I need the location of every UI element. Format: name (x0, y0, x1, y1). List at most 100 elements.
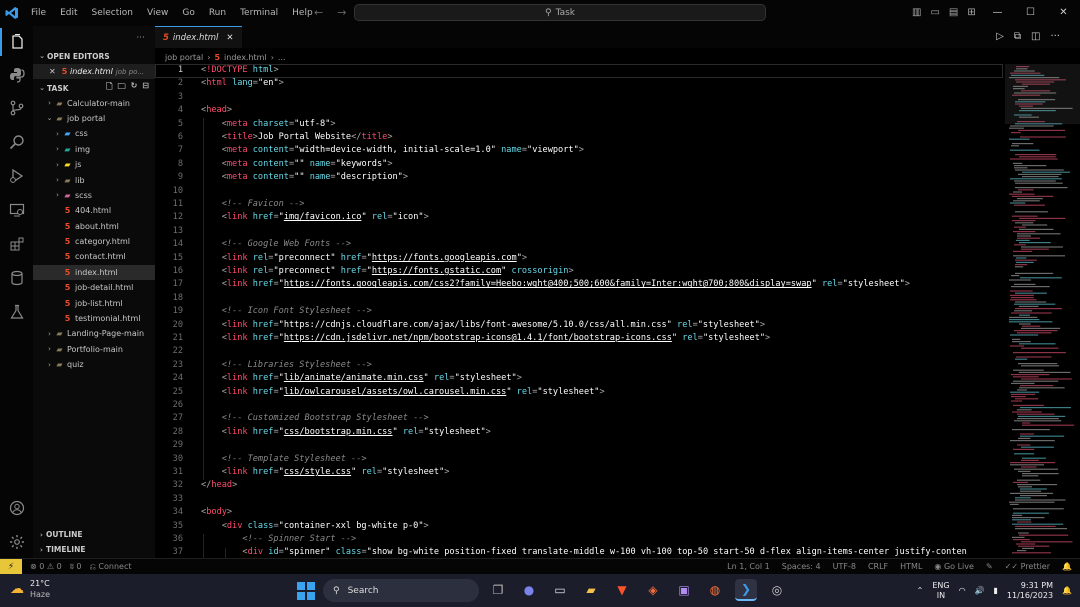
settings-gear-icon[interactable] (0, 528, 33, 556)
code-line[interactable]: 34 <body> (155, 506, 1005, 519)
code-line[interactable]: 16 <link rel="preconnect" href="https://… (155, 265, 1005, 278)
chevron-up-icon[interactable]: ⌃ (917, 586, 924, 595)
testing-flask-icon[interactable] (0, 298, 33, 326)
code-line[interactable]: 14 <!-- Google Web Fonts --> (155, 238, 1005, 251)
code-line[interactable]: 35 <div class="container-xxl bg-white p-… (155, 520, 1005, 533)
more-actions-icon[interactable]: ··· (1050, 26, 1060, 48)
clock[interactable]: 9:31 PM 11/16/2023 (1007, 581, 1053, 601)
python-icon[interactable] (0, 61, 33, 89)
end-of-line[interactable]: CRLF (868, 559, 888, 575)
code-line[interactable]: 17 <link href="https://fonts.googleapis.… (155, 278, 1005, 291)
code-line[interactable]: 33 (155, 493, 1005, 506)
weather-widget[interactable]: ☁ 21°C Haze (10, 578, 50, 600)
menu-selection[interactable]: Selection (85, 0, 140, 26)
code-line[interactable]: 19 <!-- Icon Font Stylesheet --> (155, 305, 1005, 318)
outline-section[interactable]: › OUTLINE (33, 527, 155, 542)
wifi-icon[interactable]: ◠ (959, 586, 966, 595)
explorer-more-icon[interactable]: ··· (136, 33, 145, 42)
refresh-icon[interactable]: ↻ (131, 81, 138, 95)
code-line[interactable]: 15 <link rel="preconnect" href="https://… (155, 252, 1005, 265)
code-line[interactable]: 27 <!-- Customized Bootstrap Stylesheet … (155, 412, 1005, 425)
minimap[interactable] (1005, 64, 1080, 558)
code-line[interactable]: 10 (155, 185, 1005, 198)
tree-item-404-html[interactable]: 5 404.html (33, 203, 155, 218)
command-center-search[interactable]: ⚲ Task (354, 4, 766, 21)
connect-button[interactable]: ⎌ Connect (89, 562, 131, 572)
code-line[interactable]: 29 (155, 439, 1005, 452)
code-line[interactable]: 3 (155, 91, 1005, 104)
tree-item-job-list-html[interactable]: 5 job-list.html (33, 295, 155, 310)
code-line[interactable]: 5 <meta charset="utf-8"> (155, 118, 1005, 131)
menu-view[interactable]: View (140, 0, 175, 26)
menu-run[interactable]: Run (202, 0, 233, 26)
customize-layout-icon[interactable]: ⊞ (967, 0, 975, 26)
close-tab-icon[interactable]: ✕ (226, 33, 233, 43)
menu-terminal[interactable]: Terminal (233, 0, 285, 26)
run-icon[interactable]: ▷ (996, 26, 1004, 48)
firefox-icon[interactable]: ◍ (704, 579, 726, 601)
code-line[interactable]: 24 <link href="lib/animate/animate.min.c… (155, 372, 1005, 385)
code-line[interactable]: 37 <div id="spinner" class="show bg-whit… (155, 546, 1005, 558)
notification-icon[interactable]: 🔔 (1062, 586, 1072, 595)
tree-item-calculator-main[interactable]: › ▰ Calculator-main (33, 95, 155, 110)
tree-item-quiz[interactable]: › ▰ quiz (33, 357, 155, 372)
code-line[interactable]: 13 (155, 225, 1005, 238)
code-line[interactable]: 23 <!-- Libraries Stylesheet --> (155, 359, 1005, 372)
github-desktop-icon[interactable]: ◎ (766, 579, 788, 601)
brave-browser-icon[interactable]: ▼ (611, 579, 633, 601)
cursor-position[interactable]: Ln 1, Col 1 (727, 559, 770, 575)
new-file-icon[interactable]: 🗋 (106, 81, 112, 95)
source-control-icon[interactable] (0, 94, 33, 122)
visual-studio-icon[interactable]: ▣ (673, 579, 695, 601)
timeline-section[interactable]: › TIMELINE (33, 542, 155, 557)
go-live-button[interactable]: ◉ Go Live (934, 559, 974, 575)
run-debug-icon[interactable] (0, 162, 33, 190)
code-line[interactable]: 30 <!-- Template Stylesheet --> (155, 453, 1005, 466)
tree-item-job-detail-html[interactable]: 5 job-detail.html (33, 280, 155, 295)
tree-item-about-html[interactable]: 5 about.html (33, 219, 155, 234)
split-editor-icon[interactable]: ◫ (1031, 26, 1040, 48)
code-line[interactable]: 22 (155, 345, 1005, 358)
menu-go[interactable]: Go (175, 0, 201, 26)
explorer-icon[interactable] (0, 28, 33, 56)
app-icon-orange[interactable]: ◈ (642, 579, 664, 601)
tree-item-category-html[interactable]: 5 category.html (33, 234, 155, 249)
tree-item-landing-page-main[interactable]: › ▰ Landing-Page-main (33, 326, 155, 341)
tree-item-scss[interactable]: › ▰ scss (33, 188, 155, 203)
encoding[interactable]: UTF-8 (833, 559, 856, 575)
minimize-icon[interactable]: — (981, 0, 1014, 26)
tree-item-job-portal[interactable]: ⌄ ▰ job portal (33, 111, 155, 126)
breadcrumb-file[interactable]: index.html (224, 53, 267, 62)
menu-file[interactable]: File (24, 0, 53, 26)
code-line[interactable]: 20 <link href="https://cdnjs.cloudflare.… (155, 319, 1005, 332)
code-line[interactable]: 32 </head> (155, 479, 1005, 492)
code-line[interactable]: 25 <link href="lib/owlcarousel/assets/ow… (155, 386, 1005, 399)
code-line[interactable]: 36 <!-- Spinner Start --> (155, 533, 1005, 546)
new-folder-icon[interactable]: 🗀 (118, 81, 126, 95)
toggle-secondary-sidebar-icon[interactable]: ▤ (949, 0, 958, 26)
back-arrow-icon[interactable]: ← (314, 0, 323, 26)
toggle-sidebar-icon[interactable]: ▥ (912, 0, 921, 26)
code-line[interactable]: 1 <!DOCTYPE html> (155, 64, 1005, 77)
code-line[interactable]: 28 <link href="css/bootstrap.min.css" re… (155, 426, 1005, 439)
task-view-icon[interactable]: ❐ (487, 579, 509, 601)
open-editor-item[interactable]: ✕ 5 index.html job po... (33, 64, 155, 80)
code-line[interactable]: 9 <meta content="" name="description"> (155, 171, 1005, 184)
tree-item-css[interactable]: › ▰ css (33, 126, 155, 141)
remote-explorer-icon[interactable] (0, 196, 33, 224)
tree-item-portfolio-main[interactable]: › ▰ Portfolio-main (33, 342, 155, 357)
code-line[interactable]: 8 <meta content="" name="keywords"> (155, 158, 1005, 171)
open-preview-icon[interactable]: ⧉ (1014, 26, 1021, 48)
toggle-panel-icon[interactable]: ▭ (930, 0, 939, 26)
code-line[interactable]: 7 <meta content="width=device-width, ini… (155, 144, 1005, 157)
code-editor[interactable]: 1 <!DOCTYPE html> 2 <html lang="en"> 3 4 <head… (155, 64, 1005, 558)
tree-item-index-html[interactable]: 5 index.html (33, 264, 155, 281)
account-icon[interactable] (0, 494, 33, 522)
file-explorer-icon[interactable]: ▰ (580, 579, 602, 601)
code-line[interactable]: 18 (155, 292, 1005, 305)
open-editors-section[interactable]: ⌄ OPEN EDITORS (33, 48, 155, 64)
vscode-logo-icon[interactable] (0, 0, 24, 26)
code-line[interactable]: 31 <link href="css/style.css" rel="style… (155, 466, 1005, 479)
volume-icon[interactable]: 🔊 (975, 586, 985, 595)
forward-arrow-icon[interactable]: → (337, 0, 346, 26)
